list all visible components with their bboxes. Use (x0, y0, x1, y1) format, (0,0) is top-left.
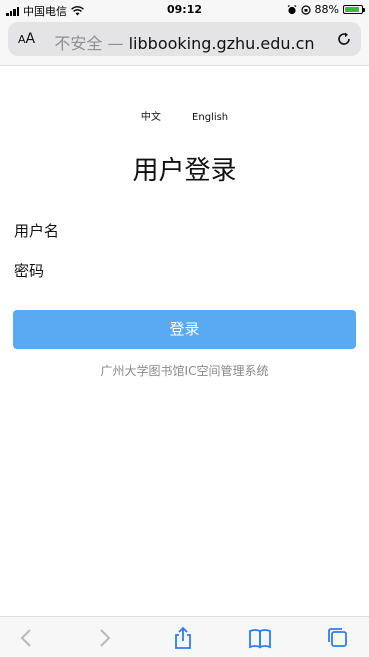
status-right: 88% (287, 3, 365, 16)
share-icon[interactable] (171, 626, 195, 650)
tabs-icon[interactable] (326, 626, 350, 650)
login-button[interactable]: 登录 (13, 310, 356, 349)
url-host: libbooking.gzhu.edu.cn (128, 34, 315, 53)
battery-fill (345, 7, 360, 12)
bookmarks-icon[interactable] (248, 626, 272, 650)
system-name: 广州大学图书馆IC空间管理系统 (100, 364, 269, 378)
lang-option-english[interactable]: English (192, 112, 228, 123)
insecure-label: 不安全 (54, 34, 103, 53)
browser-toolbar (0, 616, 369, 657)
browser-address-area: AA 不安全 — libbooking.gzhu.edu.cn (0, 18, 369, 66)
page-title: 用户登录 (132, 156, 237, 186)
alarm-icon (287, 4, 296, 14)
url-separator: — (107, 34, 124, 53)
language-switch: 中文 English (0, 108, 369, 123)
url-display[interactable]: 不安全 — libbooking.gzhu.edu.cn (8, 30, 361, 54)
lang-option-chinese[interactable]: 中文 (141, 108, 161, 123)
orientation-lock-icon (300, 4, 311, 15)
password-field[interactable]: 密码 (14, 260, 44, 281)
back-icon[interactable] (15, 626, 39, 650)
username-field[interactable]: 用户名 (14, 220, 59, 241)
forward-icon[interactable] (92, 626, 116, 650)
reload-icon[interactable] (335, 30, 353, 48)
address-bar[interactable]: AA 不安全 — libbooking.gzhu.edu.cn (8, 22, 361, 56)
battery-icon (343, 5, 365, 14)
status-bar: 中国电信 09:12 88% (0, 0, 369, 18)
battery-percent: 88% (314, 3, 339, 16)
